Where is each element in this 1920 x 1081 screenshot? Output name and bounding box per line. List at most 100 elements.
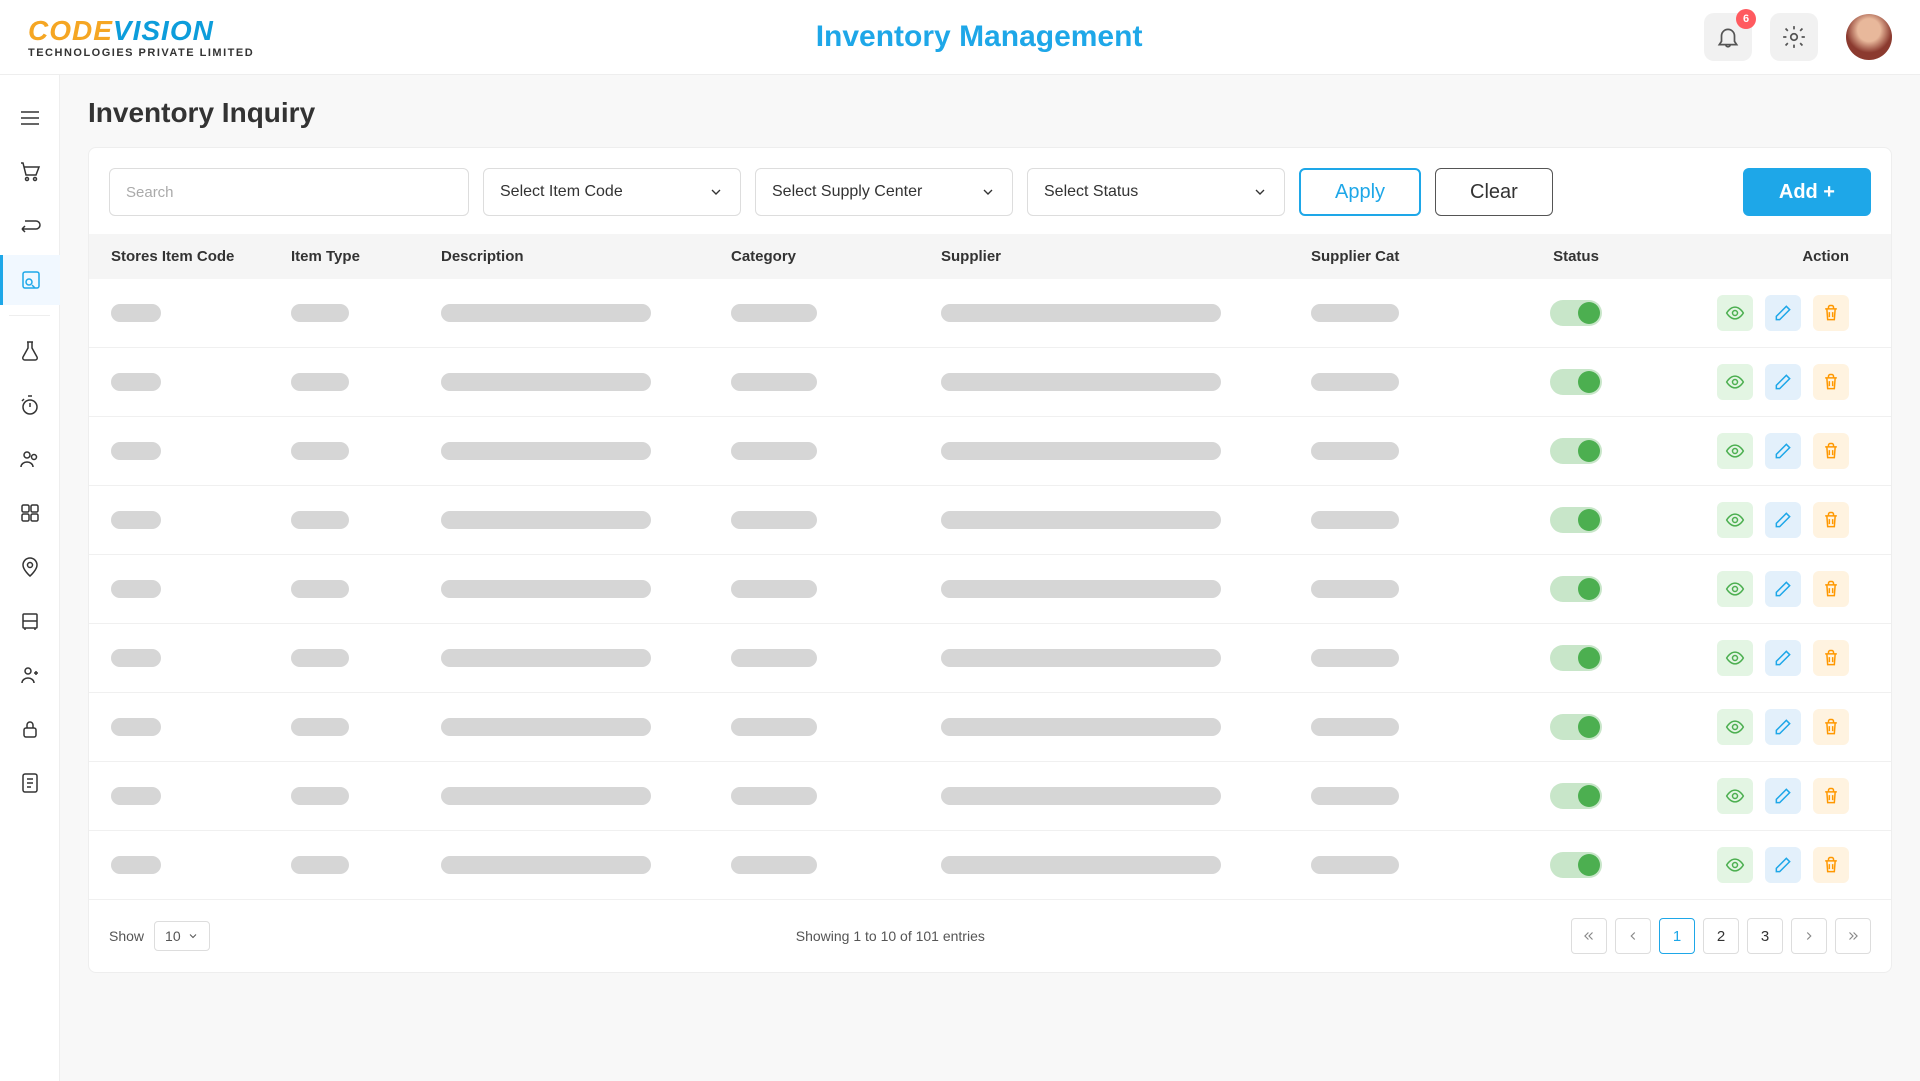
status-toggle[interactable]	[1550, 852, 1602, 878]
edit-button[interactable]	[1765, 295, 1801, 331]
page-first[interactable]	[1571, 918, 1607, 954]
item-code-label: Select Item Code	[500, 183, 623, 201]
skeleton	[1311, 373, 1399, 391]
trash-icon	[1821, 855, 1841, 875]
sidebar-menu-toggle[interactable]	[0, 93, 60, 143]
sidebar-user-add[interactable]	[0, 650, 60, 700]
apply-button[interactable]: Apply	[1299, 168, 1421, 216]
view-button[interactable]	[1717, 433, 1753, 469]
chevrons-left-icon	[1582, 929, 1596, 943]
delete-button[interactable]	[1813, 364, 1849, 400]
status-toggle[interactable]	[1550, 576, 1602, 602]
view-button[interactable]	[1717, 364, 1753, 400]
trash-icon	[1821, 579, 1841, 599]
eye-icon	[1725, 579, 1745, 599]
delete-button[interactable]	[1813, 778, 1849, 814]
add-button[interactable]: Add +	[1743, 168, 1871, 216]
edit-button[interactable]	[1765, 709, 1801, 745]
col-code: Stores Item Code	[111, 248, 291, 265]
page-prev[interactable]	[1615, 918, 1651, 954]
clear-button[interactable]: Clear	[1435, 168, 1553, 216]
edit-button[interactable]	[1765, 847, 1801, 883]
chevron-left-icon	[1626, 929, 1640, 943]
delete-button[interactable]	[1813, 295, 1849, 331]
supply-center-select[interactable]: Select Supply Center	[755, 168, 1013, 216]
skeleton	[941, 856, 1221, 874]
edit-button[interactable]	[1765, 571, 1801, 607]
sidebar-report[interactable]	[0, 758, 60, 808]
skeleton	[441, 787, 651, 805]
page-number[interactable]: 2	[1703, 918, 1739, 954]
edit-button[interactable]	[1765, 364, 1801, 400]
skeleton	[111, 718, 161, 736]
sidebar-users[interactable]	[0, 434, 60, 484]
content-panel: Select Item Code Select Supply Center Se…	[88, 147, 1892, 973]
notifications-button[interactable]: 6	[1704, 13, 1752, 61]
view-button[interactable]	[1717, 778, 1753, 814]
delete-button[interactable]	[1813, 709, 1849, 745]
edit-button[interactable]	[1765, 778, 1801, 814]
grid-icon	[18, 501, 42, 525]
sidebar	[0, 75, 60, 1081]
page-last[interactable]	[1835, 918, 1871, 954]
sidebar-lock[interactable]	[0, 704, 60, 754]
trash-icon	[1821, 441, 1841, 461]
return-icon	[18, 214, 42, 238]
table-row	[89, 279, 1891, 348]
view-button[interactable]	[1717, 571, 1753, 607]
skeleton	[441, 718, 651, 736]
avatar[interactable]	[1846, 14, 1892, 60]
sidebar-cart[interactable]	[0, 147, 60, 197]
search-input[interactable]	[109, 168, 469, 216]
view-button[interactable]	[1717, 640, 1753, 676]
sidebar-return[interactable]	[0, 201, 60, 251]
edit-button[interactable]	[1765, 433, 1801, 469]
status-select[interactable]: Select Status	[1027, 168, 1285, 216]
sidebar-timer[interactable]	[0, 380, 60, 430]
view-button[interactable]	[1717, 502, 1753, 538]
settings-button[interactable]	[1770, 13, 1818, 61]
status-toggle[interactable]	[1550, 300, 1602, 326]
status-toggle[interactable]	[1550, 714, 1602, 740]
page-next[interactable]	[1791, 918, 1827, 954]
skeleton	[111, 304, 161, 322]
status-toggle[interactable]	[1550, 369, 1602, 395]
skeleton	[111, 442, 161, 460]
col-type: Item Type	[291, 248, 441, 265]
skeleton	[731, 511, 817, 529]
skeleton	[111, 856, 161, 874]
item-code-select[interactable]: Select Item Code	[483, 168, 741, 216]
edit-button[interactable]	[1765, 640, 1801, 676]
table-row	[89, 486, 1891, 555]
sidebar-inventory[interactable]	[0, 255, 60, 305]
edit-icon	[1773, 579, 1793, 599]
status-toggle[interactable]	[1550, 438, 1602, 464]
inventory-icon	[19, 268, 43, 292]
table-row	[89, 693, 1891, 762]
skeleton	[441, 856, 651, 874]
delete-button[interactable]	[1813, 502, 1849, 538]
delete-button[interactable]	[1813, 571, 1849, 607]
page-size-select[interactable]: 10	[154, 921, 210, 951]
status-toggle[interactable]	[1550, 645, 1602, 671]
delete-button[interactable]	[1813, 433, 1849, 469]
page-header-title: Inventory Management	[254, 20, 1704, 54]
status-toggle[interactable]	[1550, 783, 1602, 809]
view-button[interactable]	[1717, 295, 1753, 331]
skeleton	[291, 856, 349, 874]
delete-button[interactable]	[1813, 847, 1849, 883]
sidebar-apps[interactable]	[0, 488, 60, 538]
delete-button[interactable]	[1813, 640, 1849, 676]
page-number[interactable]: 1	[1659, 918, 1695, 954]
page-title: Inventory Inquiry	[88, 97, 1892, 129]
status-toggle[interactable]	[1550, 507, 1602, 533]
view-button[interactable]	[1717, 709, 1753, 745]
sidebar-shelf[interactable]	[0, 596, 60, 646]
skeleton	[941, 373, 1221, 391]
page-number[interactable]: 3	[1747, 918, 1783, 954]
sidebar-location[interactable]	[0, 542, 60, 592]
sidebar-lab[interactable]	[0, 326, 60, 376]
edit-button[interactable]	[1765, 502, 1801, 538]
col-supp: Supplier	[941, 248, 1311, 265]
view-button[interactable]	[1717, 847, 1753, 883]
